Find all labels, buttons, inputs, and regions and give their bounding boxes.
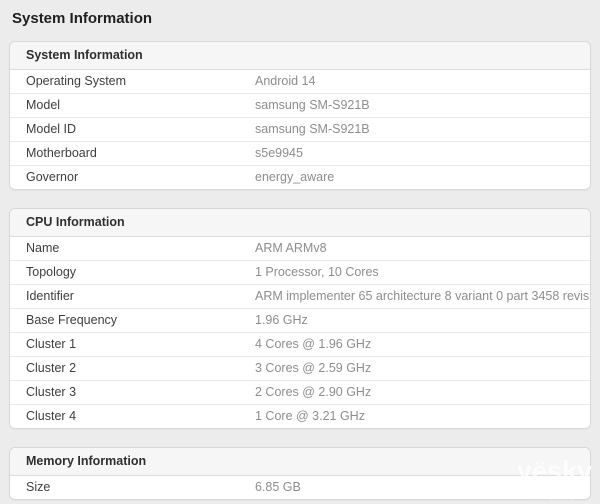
row-label: Model ID <box>10 118 255 141</box>
row-value: 1.96 GHz <box>255 309 590 332</box>
section-card: Memory Information Size 6.85 GB <box>9 447 591 500</box>
table-row: Identifier ARM implementer 65 architectu… <box>10 285 590 309</box>
row-label: Base Frequency <box>10 309 255 332</box>
section-card: CPU Information Name ARM ARMv8 Topology … <box>9 208 591 429</box>
info-table: Size 6.85 GB <box>10 476 590 499</box>
row-value: samsung SM-S921B <box>255 118 590 141</box>
section-title: CPU Information <box>26 215 125 229</box>
row-value: Android 14 <box>255 70 590 93</box>
row-value: samsung SM-S921B <box>255 94 590 117</box>
section-card: System Information Operating System Andr… <box>9 41 591 190</box>
section-title: System Information <box>26 48 143 62</box>
section-header: CPU Information <box>10 209 590 237</box>
table-row: Topology 1 Processor, 10 Cores <box>10 261 590 285</box>
section-header: Memory Information <box>10 448 590 476</box>
row-value: 1 Core @ 3.21 GHz <box>255 405 590 428</box>
row-label: Identifier <box>10 285 255 308</box>
table-row: Size 6.85 GB <box>10 476 590 499</box>
row-label: Model <box>10 94 255 117</box>
row-label: Cluster 1 <box>10 333 255 356</box>
row-value: energy_aware <box>255 166 590 189</box>
table-row: Name ARM ARMv8 <box>10 237 590 261</box>
table-row: Cluster 1 4 Cores @ 1.96 GHz <box>10 333 590 357</box>
table-row: Model ID samsung SM-S921B <box>10 118 590 142</box>
row-label: Topology <box>10 261 255 284</box>
row-value: 4 Cores @ 1.96 GHz <box>255 333 590 356</box>
row-value: 1 Processor, 10 Cores <box>255 261 590 284</box>
table-row: Motherboard s5e9945 <box>10 142 590 166</box>
row-value: 6.85 GB <box>255 476 590 499</box>
section-title: Memory Information <box>26 454 146 468</box>
table-row: Base Frequency 1.96 GHz <box>10 309 590 333</box>
sections: System Information Operating System Andr… <box>9 41 591 500</box>
row-label: Cluster 2 <box>10 357 255 380</box>
row-value: 2 Cores @ 2.90 GHz <box>255 381 590 404</box>
row-value: ARM ARMv8 <box>255 237 590 260</box>
row-label: Cluster 3 <box>10 381 255 404</box>
section-header: System Information <box>10 42 590 70</box>
row-value: 3 Cores @ 2.59 GHz <box>255 357 590 380</box>
row-label: Name <box>10 237 255 260</box>
table-row: Model samsung SM-S921B <box>10 94 590 118</box>
row-label: Governor <box>10 166 255 189</box>
page: System Information System Information Op… <box>0 0 600 500</box>
info-table: Operating System Android 14 Model samsun… <box>10 70 590 189</box>
row-value: ARM implementer 65 architecture 8 varian… <box>255 285 591 308</box>
page-title: System Information <box>12 10 591 28</box>
row-value: s5e9945 <box>255 142 590 165</box>
table-row: Cluster 3 2 Cores @ 2.90 GHz <box>10 381 590 405</box>
row-label: Cluster 4 <box>10 405 255 428</box>
row-label: Motherboard <box>10 142 255 165</box>
table-row: Cluster 4 1 Core @ 3.21 GHz <box>10 405 590 428</box>
info-table: Name ARM ARMv8 Topology 1 Processor, 10 … <box>10 237 590 428</box>
table-row: Cluster 2 3 Cores @ 2.59 GHz <box>10 357 590 381</box>
table-row: Operating System Android 14 <box>10 70 590 94</box>
row-label: Operating System <box>10 70 255 93</box>
table-row: Governor energy_aware <box>10 166 590 189</box>
row-label: Size <box>10 476 255 499</box>
